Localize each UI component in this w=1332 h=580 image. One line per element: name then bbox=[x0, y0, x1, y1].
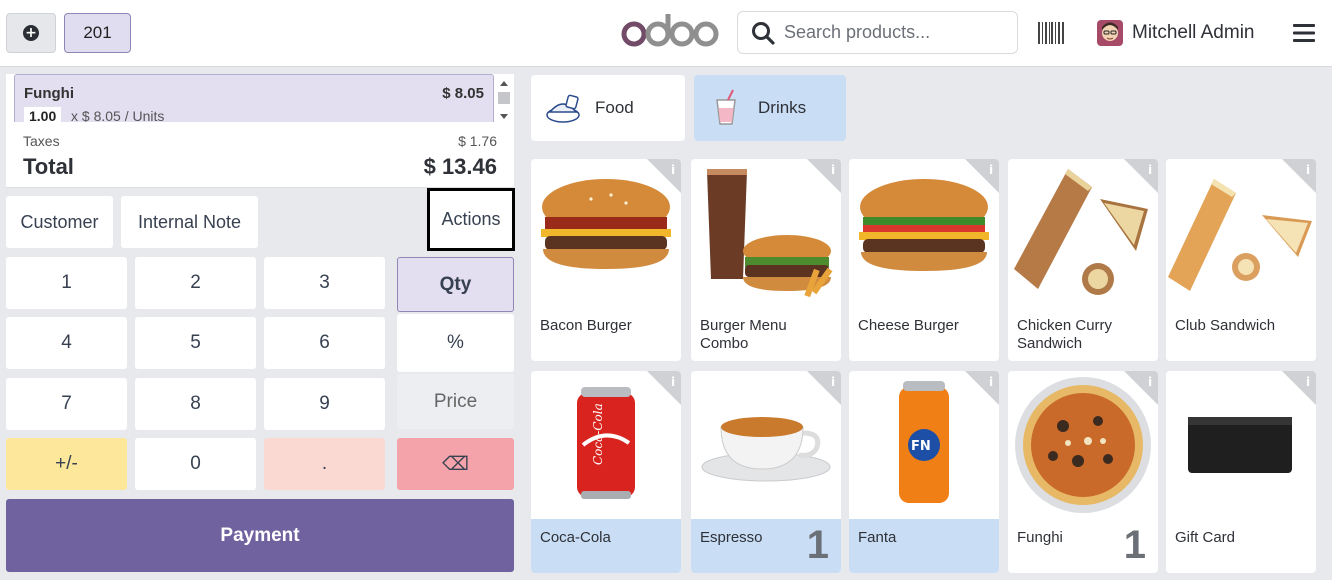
drinks-icon bbox=[716, 89, 736, 125]
product-card-gift-card[interactable]: i Gift Card bbox=[1166, 371, 1316, 573]
order-scrollbar[interactable] bbox=[496, 78, 512, 122]
odoo-logo[interactable] bbox=[620, 12, 720, 52]
discount-mode-button[interactable]: % bbox=[397, 314, 514, 372]
svg-text:i: i bbox=[1306, 375, 1310, 389]
order-line-qty: 1.00 bbox=[24, 107, 62, 122]
scroll-track bbox=[1324, 159, 1332, 579]
customer-button[interactable]: Customer bbox=[6, 196, 113, 248]
svg-text:FN: FN bbox=[911, 439, 931, 454]
numpad-key-0[interactable]: 0 bbox=[135, 438, 256, 490]
total-value: $ 13.46 bbox=[423, 154, 497, 179]
order-line-name: Funghi bbox=[24, 85, 74, 102]
svg-text:i: i bbox=[831, 375, 835, 389]
product-card-fanta[interactable]: FN i Fanta bbox=[849, 371, 999, 573]
taxes-label: Taxes bbox=[23, 133, 60, 149]
numpad-key-7[interactable]: 7 bbox=[6, 378, 127, 430]
product-quantity-badge: 1 bbox=[806, 523, 829, 567]
user-name: Mitchell Admin bbox=[1132, 22, 1255, 43]
category-drinks[interactable]: Drinks bbox=[694, 75, 846, 141]
info-icon[interactable]: i bbox=[965, 159, 999, 193]
actions-button[interactable]: Actions bbox=[427, 188, 515, 251]
product-name: Cheese Burger bbox=[858, 317, 959, 334]
product-card-coca-cola[interactable]: Coca-Cola i Coca-Cola bbox=[531, 371, 681, 573]
svg-text:i: i bbox=[1148, 163, 1152, 177]
svg-text:i: i bbox=[1306, 163, 1310, 177]
numpad-key-1[interactable]: 1 bbox=[6, 257, 127, 309]
category-label: Food bbox=[595, 98, 634, 117]
backspace-icon: ⌫ bbox=[442, 453, 469, 475]
product-name: Gift Card bbox=[1175, 529, 1236, 546]
user-menu[interactable]: Mitchell Admin bbox=[1097, 20, 1255, 46]
svg-text:i: i bbox=[831, 163, 835, 177]
plus-circle-icon: + bbox=[23, 25, 39, 41]
price-mode-button[interactable]: Price bbox=[397, 374, 514, 429]
product-quantity-badge: 1 bbox=[1123, 523, 1146, 567]
new-order-button[interactable]: + bbox=[6, 13, 56, 53]
product-card-bacon-burger[interactable]: i Bacon Burger bbox=[531, 159, 681, 361]
decimal-key[interactable]: . bbox=[264, 438, 385, 490]
order-line-price: $ 8.05 bbox=[442, 85, 484, 102]
svg-text:i: i bbox=[671, 163, 675, 177]
product-card-espresso[interactable]: i Espresso 1 bbox=[691, 371, 841, 573]
product-card-club-sandwich[interactable]: i Club Sandwich bbox=[1166, 159, 1316, 361]
avatar bbox=[1097, 20, 1123, 46]
svg-text:i: i bbox=[671, 375, 675, 389]
product-name: Burger Menu Combo bbox=[700, 317, 787, 352]
product-card-funghi[interactable]: i Funghi 1 bbox=[1008, 371, 1158, 573]
product-name: Club Sandwich bbox=[1175, 317, 1276, 334]
svg-text:Coca-Cola: Coca-Cola bbox=[591, 403, 605, 465]
search-icon bbox=[752, 21, 775, 45]
numpad-key-4[interactable]: 4 bbox=[6, 317, 127, 369]
product-name: Bacon Burger bbox=[540, 317, 632, 334]
backspace-key[interactable]: ⌫ bbox=[397, 438, 514, 490]
svg-text:i: i bbox=[1148, 375, 1152, 389]
info-icon[interactable]: i bbox=[807, 371, 841, 405]
hamburger-icon[interactable] bbox=[1293, 24, 1315, 42]
product-name: Coca-Cola bbox=[540, 529, 611, 546]
taxes-value: $ 1.76 bbox=[458, 133, 497, 149]
numpad-key-6[interactable]: 6 bbox=[264, 317, 385, 369]
info-icon[interactable]: i bbox=[647, 159, 681, 193]
info-icon[interactable]: i bbox=[1124, 159, 1158, 193]
search-input[interactable] bbox=[784, 22, 1004, 43]
info-icon[interactable]: i bbox=[807, 159, 841, 193]
category-label: Drinks bbox=[758, 98, 807, 117]
product-name: Fanta bbox=[858, 529, 897, 546]
food-icon bbox=[546, 94, 580, 123]
numpad-key-2[interactable]: 2 bbox=[135, 257, 256, 309]
total-label: Total bbox=[23, 154, 74, 179]
product-card-burger-menu-combo[interactable]: i Burger Menu Combo bbox=[691, 159, 841, 361]
order-line-unit-detail: x $ 8.05 / Units bbox=[71, 108, 165, 122]
numpad-key-9[interactable]: 9 bbox=[264, 378, 385, 430]
top-bar: + 201 Mitchell Admin bbox=[0, 0, 1332, 67]
svg-text:i: i bbox=[989, 375, 993, 389]
product-card-chicken-curry-sandwich[interactable]: i Chicken Curry Sandwich bbox=[1008, 159, 1158, 361]
info-icon[interactable]: i bbox=[965, 371, 999, 405]
internal-note-button[interactable]: Internal Note bbox=[121, 196, 258, 248]
search-box[interactable] bbox=[737, 11, 1018, 54]
numpad-key-3[interactable]: 3 bbox=[264, 257, 385, 309]
order-line[interactable]: Funghi $ 8.05 1.00 x $ 8.05 / Units bbox=[14, 74, 494, 122]
plus-minus-key[interactable]: +/- bbox=[6, 438, 127, 490]
svg-text:i: i bbox=[989, 163, 993, 177]
numpad-key-8[interactable]: 8 bbox=[135, 378, 256, 430]
qty-mode-button[interactable]: Qty bbox=[397, 257, 514, 312]
product-name: Chicken Curry Sandwich bbox=[1017, 317, 1113, 352]
barcode-icon[interactable] bbox=[1038, 22, 1064, 44]
numpad-key-5[interactable]: 5 bbox=[135, 317, 256, 369]
info-icon[interactable]: i bbox=[1124, 371, 1158, 405]
order-totals: Taxes $ 1.76 Total $ 13.46 bbox=[6, 122, 514, 188]
category-food[interactable]: Food bbox=[531, 75, 685, 141]
payment-button[interactable]: Payment bbox=[6, 499, 514, 572]
order-number-button[interactable]: 201 bbox=[64, 13, 131, 53]
order-lines: Funghi $ 8.05 1.00 x $ 8.05 / Units bbox=[6, 74, 514, 122]
product-card-cheese-burger[interactable]: i Cheese Burger bbox=[849, 159, 999, 361]
info-icon[interactable]: i bbox=[1282, 159, 1316, 193]
info-icon[interactable]: i bbox=[1282, 371, 1316, 405]
info-icon[interactable]: i bbox=[647, 371, 681, 405]
